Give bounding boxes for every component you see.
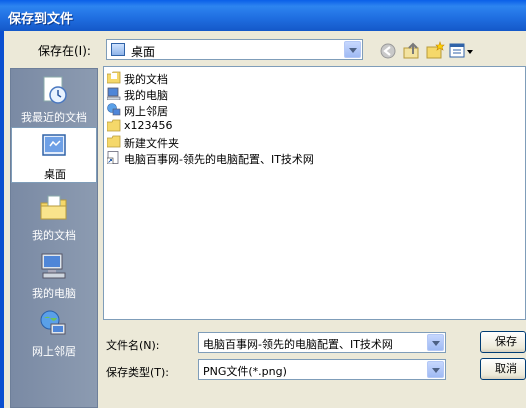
chevron-down-icon[interactable] xyxy=(427,361,444,378)
chevron-down-icon[interactable] xyxy=(344,41,361,58)
up-folder-icon[interactable] xyxy=(402,41,422,60)
filetype-label: 保存类型(T): xyxy=(106,366,170,379)
my-computer-icon xyxy=(107,87,121,100)
my-computer-icon xyxy=(41,253,66,279)
place-label: 桌面 xyxy=(44,168,66,181)
file-name: 我的电脑 xyxy=(124,89,168,102)
file-name: 新建文件夹 xyxy=(124,137,179,150)
filename-label: 文件名(N): xyxy=(106,339,160,352)
file-name: 网上邻居 xyxy=(124,105,168,118)
place-recent-documents[interactable]: 我最近的文档 xyxy=(11,71,97,127)
my-documents-icon xyxy=(40,195,67,220)
my-documents-icon xyxy=(107,71,121,84)
recent-documents-icon xyxy=(43,76,67,104)
place-label: 网上邻居 xyxy=(32,345,76,358)
file-name: 我的文档 xyxy=(124,73,168,86)
place-label: 我的文档 xyxy=(32,229,76,242)
chevron-down-icon[interactable] xyxy=(427,334,444,351)
folder-icon xyxy=(107,119,121,132)
save-in-dropdown[interactable]: 桌面 xyxy=(106,39,363,60)
view-menu-icon[interactable] xyxy=(448,41,474,60)
network-places-icon xyxy=(40,310,66,335)
new-folder-icon[interactable] xyxy=(425,41,445,60)
title-bar[interactable]: 保存到文件 xyxy=(0,0,526,31)
place-desktop[interactable]: 桌面 xyxy=(11,127,97,183)
window-title: 保存到文件 xyxy=(8,12,74,27)
place-my-documents[interactable]: 我的文档 xyxy=(11,189,97,245)
filetype-value: PNG文件(*.png) xyxy=(203,365,287,378)
place-label: 我最近的文档 xyxy=(21,111,87,124)
place-my-computer[interactable]: 我的电脑 xyxy=(11,247,97,303)
back-icon[interactable] xyxy=(378,41,398,60)
save-in-label: 保存在(I): xyxy=(38,44,91,58)
shortcut-icon xyxy=(107,151,119,164)
place-network-places[interactable]: 网上邻居 xyxy=(11,305,97,361)
filename-field[interactable]: 电脑百事网-领先的电脑配置、IT技术网 xyxy=(198,332,446,353)
network-places-icon xyxy=(107,103,121,116)
cancel-button[interactable]: 取消 xyxy=(480,358,526,380)
desktop-icon xyxy=(111,43,125,56)
filename-value: 电脑百事网-领先的电脑配置、IT技术网 xyxy=(203,338,393,351)
folder-icon xyxy=(107,135,121,148)
place-label: 我的电脑 xyxy=(32,287,76,300)
places-bar: 我最近的文档 桌面 我的文档 我的电脑 网上邻居 xyxy=(10,68,98,408)
window-frame xyxy=(0,31,4,408)
file-list[interactable]: 我的文档 我的电脑 网上邻居 x123456 新建文件夹 电脑百事网-领先的电脑… xyxy=(103,66,526,320)
filetype-dropdown[interactable]: PNG文件(*.png) xyxy=(198,359,446,380)
save-in-value: 桌面 xyxy=(131,45,156,59)
desktop-icon xyxy=(42,134,66,156)
save-button[interactable]: 保存 xyxy=(480,331,526,353)
file-name: 电脑百事网-领先的电脑配置、IT技术网 xyxy=(124,153,314,166)
file-name: x123456 xyxy=(124,119,173,132)
